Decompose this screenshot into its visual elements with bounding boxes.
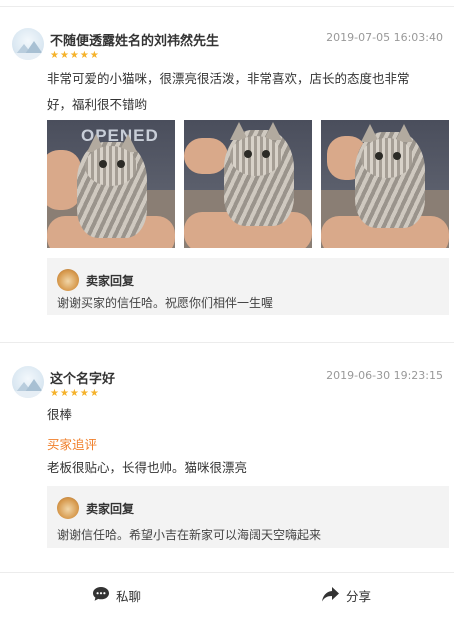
review-divider [0,342,454,343]
seller-reply-text: 谢谢买家的信任哈。祝愿你们相伴一生喔 [57,296,274,310]
review-date: 2019-07-05 16:03:40 [326,31,443,44]
seller-reply: 卖家回复 谢谢买家的信任哈。祝愿你们相伴一生喔 [47,258,449,315]
seller-reply: 卖家回复 谢谢信任哈。希望小吉在新家可以海阔天空嗨起来 [47,486,449,548]
top-divider [0,0,454,7]
followup-label: 买家追评 [47,437,98,452]
review-photo[interactable] [184,120,312,248]
seller-avatar [57,497,79,519]
chat-button[interactable]: 私聊 [92,574,141,617]
chat-bubble-icon [92,586,110,605]
seller-reply-text: 谢谢信任哈。希望小吉在新家可以海阔天空嗨起来 [57,528,322,542]
seller-reply-title: 卖家回复 [86,274,135,288]
share-button[interactable]: 分享 [321,574,371,617]
footer-divider [0,572,454,573]
bottom-action-bar: 私聊 分享 [0,574,454,617]
avatar[interactable] [12,366,44,398]
review-text: 非常可爱的小猫咪，很漂亮很活泼，非常喜欢，店长的态度也非常 好，福利很不错哟 [47,66,443,118]
rating-stars: ★★★★★ [50,50,100,61]
share-arrow-icon [321,586,340,606]
followup-text: 老板很贴心，长得也帅。猫咪很漂亮 [47,460,248,475]
chat-label: 私聊 [116,589,142,604]
review-text-line: 非常可爱的小猫咪，很漂亮很活泼，非常喜欢，店长的态度也非常 [47,71,410,86]
seller-reply-title: 卖家回复 [86,502,135,516]
review-photo[interactable] [321,120,449,248]
review-text: 很棒 [47,407,73,422]
review-photo[interactable]: OPENED [47,120,175,248]
review-date: 2019-06-30 19:23:15 [326,369,443,382]
reviewer-name: 这个名字好 [50,372,116,387]
reviewer-name: 不随便透露姓名的刘祎然先生 [50,34,220,49]
rating-stars: ★★★★★ [50,388,100,399]
seller-avatar [57,269,79,291]
review-photos: OPENED [47,120,449,248]
avatar[interactable] [12,28,44,60]
review-text-line: 好，福利很不错哟 [47,97,148,112]
share-label: 分享 [346,589,372,604]
